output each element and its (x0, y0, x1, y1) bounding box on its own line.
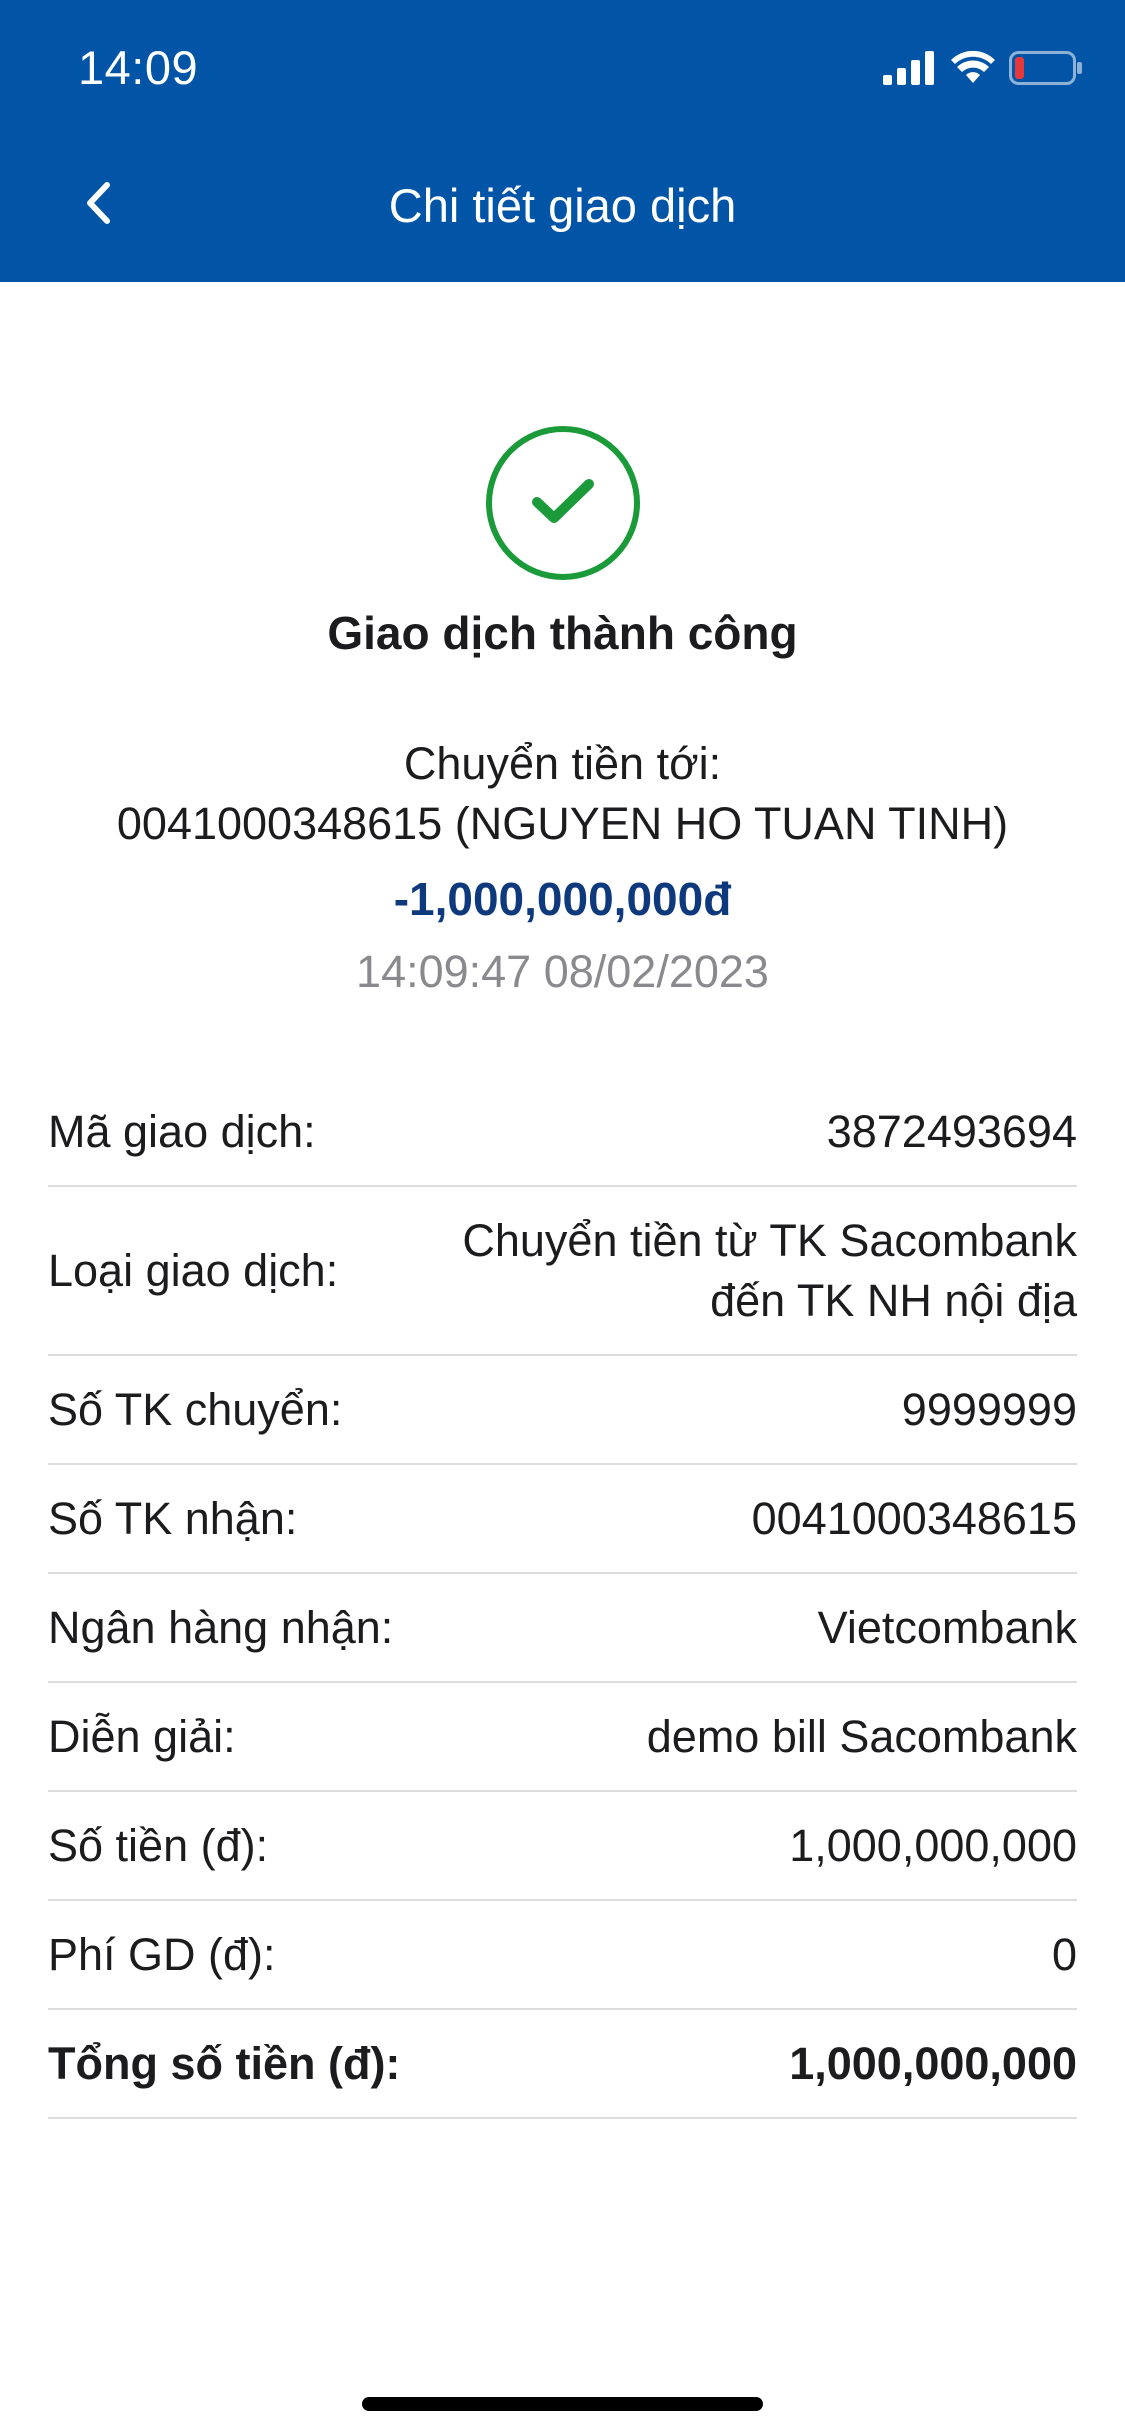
transaction-amount: -1,000,000,000đ (393, 873, 732, 925)
detail-label: Phí GD (đ): (48, 1928, 276, 1980)
battery-icon (1009, 50, 1083, 90)
success-title: Giao dịch thành công (327, 607, 798, 659)
transfer-label: Chuyển tiền tới: (403, 738, 722, 789)
status-icons (883, 48, 1083, 92)
detail-value-line: đến TK NH nội địa (710, 1274, 1077, 1326)
detail-row-destination-account: Số TK nhận: 0041000348615 (48, 1465, 1077, 1574)
detail-row-source-account: Số TK chuyển: 9999999 (48, 1356, 1077, 1465)
detail-label: Loại giao dịch: (48, 1244, 339, 1296)
detail-row-description: Diễn giải: demo bill Sacombank (48, 1683, 1077, 1792)
detail-value: Chuyển tiền từ TK Sacombank đến TK NH nộ… (462, 1211, 1077, 1331)
detail-value-line: Chuyển tiền từ TK Sacombank (462, 1214, 1077, 1266)
check-circle-icon (531, 476, 595, 531)
detail-label: Số TK nhận: (48, 1492, 298, 1544)
detail-row-total: Tổng số tiền (đ): 1,000,000,000 (48, 2010, 1077, 2119)
detail-value: 1,000,000,000 (789, 2037, 1077, 2089)
home-indicator[interactable] (362, 2397, 763, 2411)
detail-row-transaction-type: Loại giao dịch: Chuyển tiền từ TK Sacomb… (48, 1187, 1077, 1356)
detail-value: 0 (1051, 1928, 1077, 1980)
detail-label: Diễn giải: (48, 1710, 236, 1762)
detail-label: Số TK chuyển: (48, 1383, 343, 1435)
detail-value: 1,000,000,000 (789, 1819, 1077, 1871)
cellular-signal-icon (883, 50, 937, 90)
detail-label: Tổng số tiền (đ): (48, 2037, 401, 2089)
detail-value: 3872493694 (826, 1105, 1077, 1157)
detail-label: Số tiền (đ): (48, 1819, 269, 1871)
success-check-circle (486, 426, 640, 580)
detail-value: Vietcombank (817, 1601, 1077, 1653)
transaction-details: Mã giao dịch: 3872493694 Loại giao dịch:… (48, 1078, 1077, 2119)
detail-value: demo bill Sacombank (646, 1710, 1077, 1762)
detail-row-amount: Số tiền (đ): 1,000,000,000 (48, 1792, 1077, 1901)
app-header: 14:09 Chi tiết giao dịch (0, 0, 1125, 282)
detail-label: Mã giao dịch: (48, 1105, 316, 1157)
wifi-icon (951, 50, 995, 90)
transfer-destination: 0041000348615 (NGUYEN HO TUAN TINH) (116, 798, 1009, 849)
detail-label: Ngân hàng nhận: (48, 1601, 394, 1653)
detail-row-transaction-id: Mã giao dịch: 3872493694 (48, 1078, 1077, 1187)
detail-row-fee: Phí GD (đ): 0 (48, 1901, 1077, 2010)
detail-row-receiving-bank: Ngân hàng nhận: Vietcombank (48, 1574, 1077, 1683)
page-title: Chi tiết giao dịch (388, 179, 737, 232)
transaction-timestamp: 14:09:47 08/02/2023 (356, 946, 769, 997)
detail-value: 9999999 (901, 1383, 1077, 1435)
status-time: 14:09 (78, 41, 199, 94)
detail-value: 0041000348615 (751, 1492, 1077, 1544)
